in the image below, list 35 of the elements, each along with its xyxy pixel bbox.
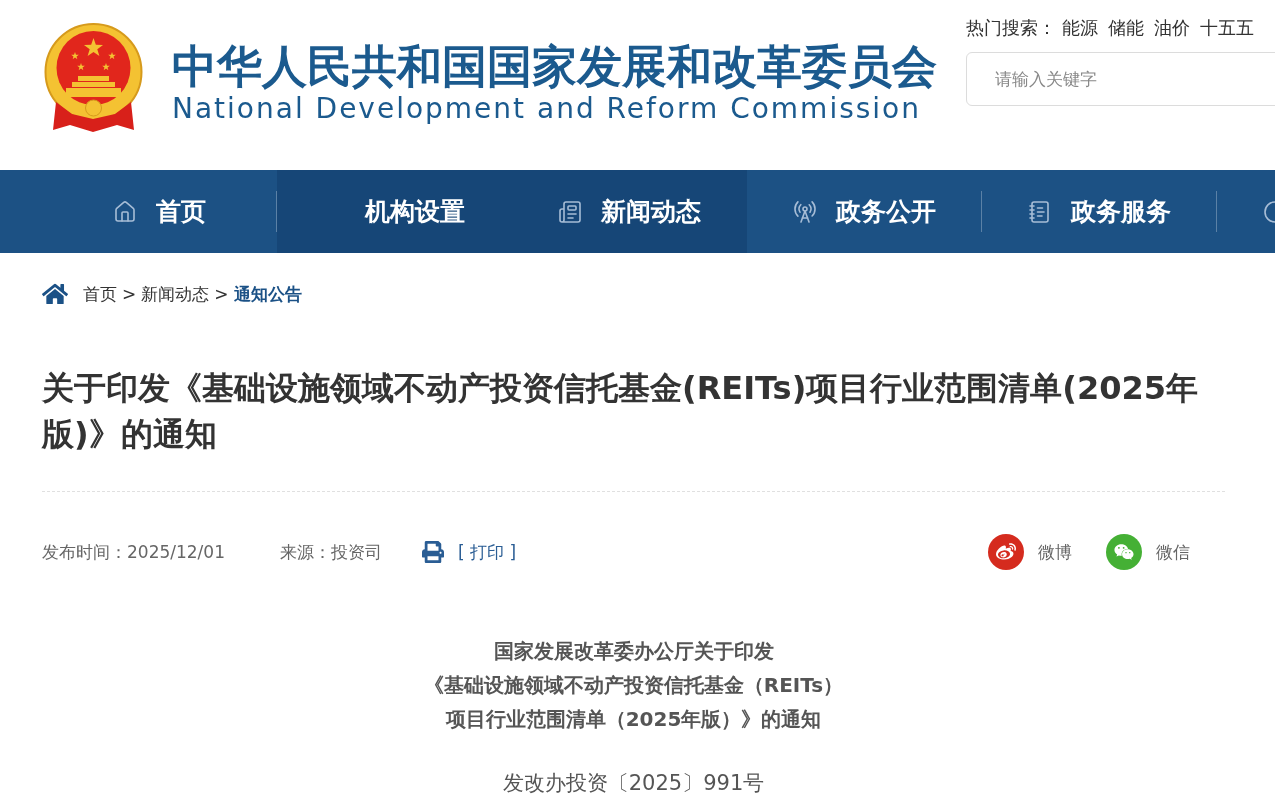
article-title: 关于印发《基础设施领域不动产投资信托基金(REITs)项目行业范围清单(2025年版)》的通知 <box>42 368 1199 455</box>
breadcrumb-current: 通知公告 <box>233 282 302 306</box>
document-heading: 国家发展改革委办公厅关于印发 《基础设施领域不动产投资信托基金（REITs） 项目行业范围清单（2025年版）》的通知 <box>422 638 845 733</box>
hot-search-link[interactable]: 油价 <box>1154 16 1190 40</box>
printer-icon <box>422 541 444 563</box>
site-title: 中华人民共和国国家发展和改革委员会 <box>172 42 937 92</box>
breadcrumb-separator: > <box>214 284 229 304</box>
print-link[interactable]: [ 打印 ] <box>422 540 517 564</box>
breadcrumb-link[interactable]: 新闻动态 <box>141 282 210 306</box>
newspaper-icon <box>558 199 582 224</box>
search-field[interactable]: 请输入关键字 <box>966 52 1275 106</box>
home-icon <box>113 199 137 224</box>
hot-search-link[interactable]: 十五五 <box>1200 16 1254 40</box>
nav-item[interactable]: 政务服务 <box>982 170 1217 253</box>
chat-bubbles-icon <box>1106 534 1142 570</box>
notebook-icon <box>1028 199 1052 224</box>
document-number: 发改办投资〔2025〕991号 <box>501 770 766 797</box>
nav-item[interactable]: 机构设置 <box>277 170 512 253</box>
swirl-logo-icon <box>988 534 1024 570</box>
nav-item[interactable]: 首页 <box>42 170 277 253</box>
breadcrumb-separator: > <box>122 284 137 304</box>
source-text: 来源：投资司 <box>280 540 382 564</box>
site-subtitle: National Development and Reform Commission <box>172 92 922 126</box>
nav-item[interactable]: 政务公开 <box>747 170 982 253</box>
share-link[interactable]: 微信 <box>1106 534 1190 570</box>
publish-date: 发布时间：2025/12/01 <box>42 540 225 564</box>
breadcrumb-link[interactable]: 首页 <box>83 282 117 306</box>
home-icon[interactable] <box>42 281 68 307</box>
hot-search-link[interactable]: 能源 <box>1062 16 1098 40</box>
nav-item[interactable]: 新闻动态 <box>512 170 747 253</box>
hot-search-link[interactable]: 储能 <box>1108 16 1144 40</box>
emblem-icon <box>42 22 145 135</box>
hot-search-label: 热门搜索： <box>966 16 1056 40</box>
share-link[interactable]: 微博 <box>988 534 1072 570</box>
antenna-icon <box>793 199 817 224</box>
